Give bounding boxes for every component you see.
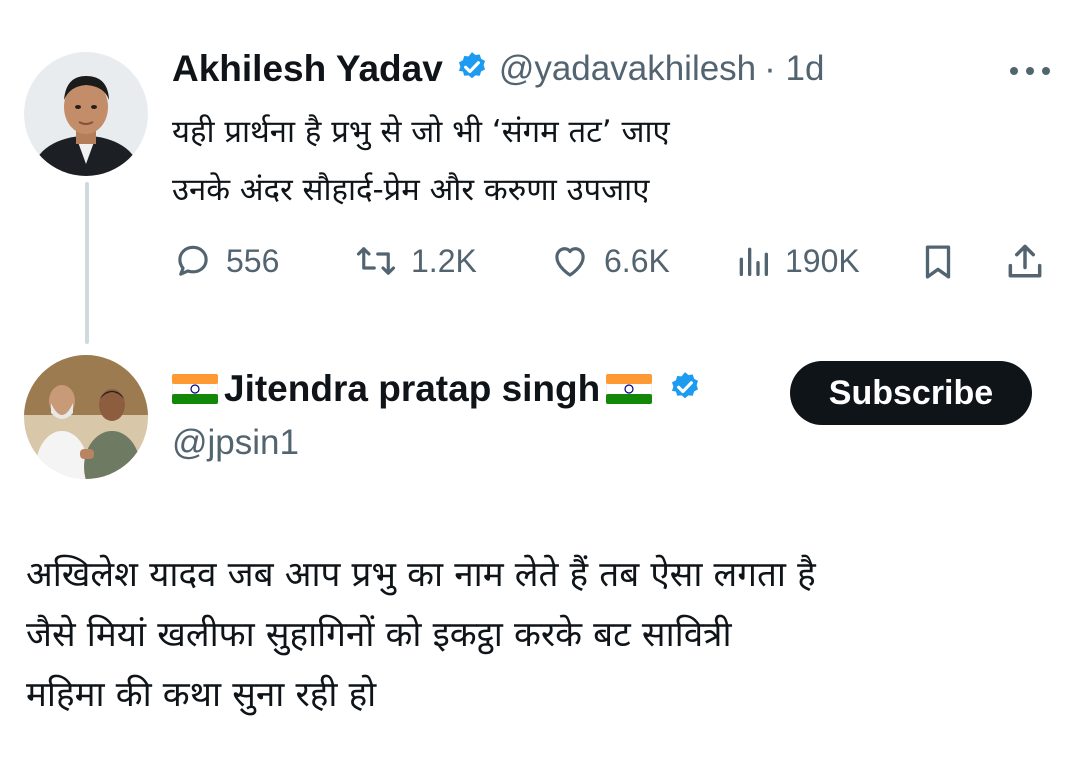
tweet-time[interactable]: · 1d <box>764 49 824 89</box>
reply-author-handle[interactable]: @jpsin1 <box>172 423 299 463</box>
reply-icon <box>172 240 214 282</box>
like-count: 6.6K <box>604 242 670 279</box>
reply-author-name[interactable]: Jitendra pratap singh <box>224 368 600 410</box>
views-action[interactable]: 190K <box>733 240 860 282</box>
repost-icon <box>353 240 399 282</box>
tweet-text-line: उनके अंदर सौहार्द-प्रेम और करुणा उपजाए <box>172 172 650 208</box>
repost-action[interactable]: 1.2K <box>353 240 477 282</box>
jitendra-avatar[interactable] <box>24 355 148 479</box>
verified-icon <box>668 370 702 408</box>
like-action[interactable]: 6.6K <box>548 240 670 282</box>
tweet-text: यही प्रार्थना है प्रभु से जो भी ‘संगम तट… <box>172 103 670 219</box>
more-icon[interactable] <box>1008 62 1052 81</box>
reply-text: अखिलेश यादव जब आप प्रभु का नाम लेते हैं … <box>26 545 816 725</box>
verified-icon <box>455 50 489 88</box>
reply-action[interactable]: 556 <box>172 240 279 282</box>
bookmark-icon[interactable] <box>917 240 959 288</box>
author-name[interactable]: Akhilesh Yadav <box>172 48 443 90</box>
reply-text-line: महिमा की कथा सुना रही हो <box>26 675 377 715</box>
tweet-header: Akhilesh Yadav @yadavakhilesh · 1d <box>172 48 824 90</box>
reply-count: 556 <box>226 242 280 279</box>
share-icon[interactable] <box>1003 240 1047 288</box>
india-flag-icon <box>605 373 653 405</box>
like-icon <box>548 240 592 282</box>
views-count: 190K <box>785 242 860 279</box>
reply-text-line: जैसे मियां खलीफा सुहागिनों को इकट्ठा करक… <box>26 615 732 655</box>
reply-header: Jitendra pratap singh <box>171 368 702 410</box>
tweet-text-line: यही प्रार्थना है प्रभु से जो भी ‘संगम तट… <box>172 114 670 150</box>
views-icon <box>733 240 773 282</box>
repost-count: 1.2K <box>411 242 477 279</box>
author-handle[interactable]: @yadavakhilesh <box>499 49 756 89</box>
india-flag-icon <box>171 373 219 405</box>
thread-connector-line <box>85 182 89 344</box>
akhilesh-avatar[interactable] <box>24 52 148 176</box>
subscribe-button[interactable]: Subscribe <box>790 361 1032 425</box>
reply-text-line: अखिलेश यादव जब आप प्रभु का नाम लेते हैं … <box>26 555 816 595</box>
